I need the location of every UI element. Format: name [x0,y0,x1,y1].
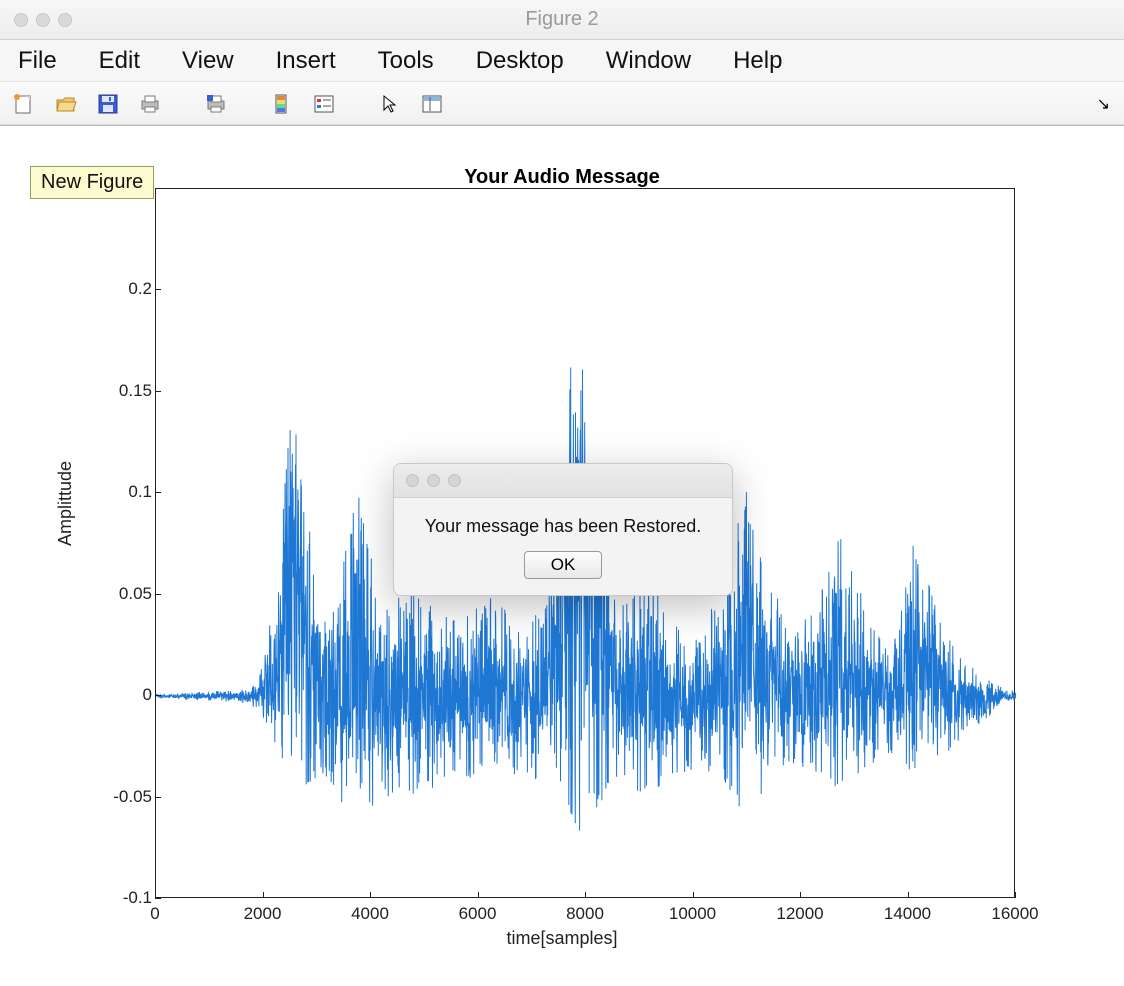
menu-help[interactable]: Help [733,47,782,75]
figure-window: Figure 2 File Edit View Insert Tools Des… [0,0,1124,986]
dialog-titlebar [394,464,732,498]
y-tick-label: 0.2 [92,279,152,299]
window-title: Figure 2 [0,8,1124,31]
legend-button[interactable] [310,90,338,118]
y-tick-label: -0.05 [92,787,152,807]
dialog-body: Your message has been Restored. OK [394,498,732,595]
x-tick-label: 8000 [566,904,604,924]
zoom-window-icon[interactable] [58,13,72,27]
x-tick-label: 14000 [884,904,931,924]
dialog-zoom-icon[interactable] [448,474,461,487]
y-tick-label: 0.15 [92,381,152,401]
chart-title: Your Audio Message [0,166,1124,189]
x-tick-label: 6000 [459,904,497,924]
x-axis-label: time[samples] [0,928,1124,949]
x-tick-label: 4000 [351,904,389,924]
x-tick-label: 16000 [991,904,1038,924]
dialog-minimize-icon[interactable] [427,474,440,487]
toolbar: ↘ [0,82,1124,126]
minimize-window-icon[interactable] [36,13,50,27]
close-window-icon[interactable] [14,13,28,27]
y-tick-label: 0 [92,685,152,705]
new-figure-button[interactable] [10,90,38,118]
print-button[interactable] [136,90,164,118]
pointer-button[interactable] [376,90,404,118]
dialog-message: Your message has been Restored. [404,516,722,537]
menu-window[interactable]: Window [606,47,691,75]
window-controls [14,13,72,27]
menu-view[interactable]: View [182,47,234,75]
menu-desktop[interactable]: Desktop [476,47,564,75]
menubar: File Edit View Insert Tools Desktop Wind… [0,40,1124,82]
open-button[interactable] [52,90,80,118]
window-titlebar: Figure 2 [0,0,1124,40]
dock-arrow-icon[interactable]: ↘ [1097,94,1110,114]
colorbar-button[interactable] [268,90,296,118]
x-tick-label: 2000 [244,904,282,924]
message-dialog: Your message has been Restored. OK [393,463,733,596]
tooltip-new-figure: New Figure [30,166,154,199]
x-tick-label: 10000 [669,904,716,924]
save-button[interactable] [94,90,122,118]
menu-file[interactable]: File [18,47,57,75]
data-cursor-button[interactable] [418,90,446,118]
menu-edit[interactable]: Edit [99,47,140,75]
x-tick-label: 0 [150,904,159,924]
dialog-ok-button[interactable]: OK [524,551,602,579]
x-tick-label: 12000 [776,904,823,924]
menu-insert[interactable]: Insert [276,47,336,75]
menu-tools[interactable]: Tools [378,47,434,75]
y-tick-label: -0.1 [92,888,152,908]
y-tick-label: 0.1 [92,482,152,502]
print-figure-button[interactable] [202,90,230,118]
y-axis-label: Amplittude [55,461,76,546]
dialog-close-icon[interactable] [406,474,419,487]
y-tick-label: 0.05 [92,584,152,604]
